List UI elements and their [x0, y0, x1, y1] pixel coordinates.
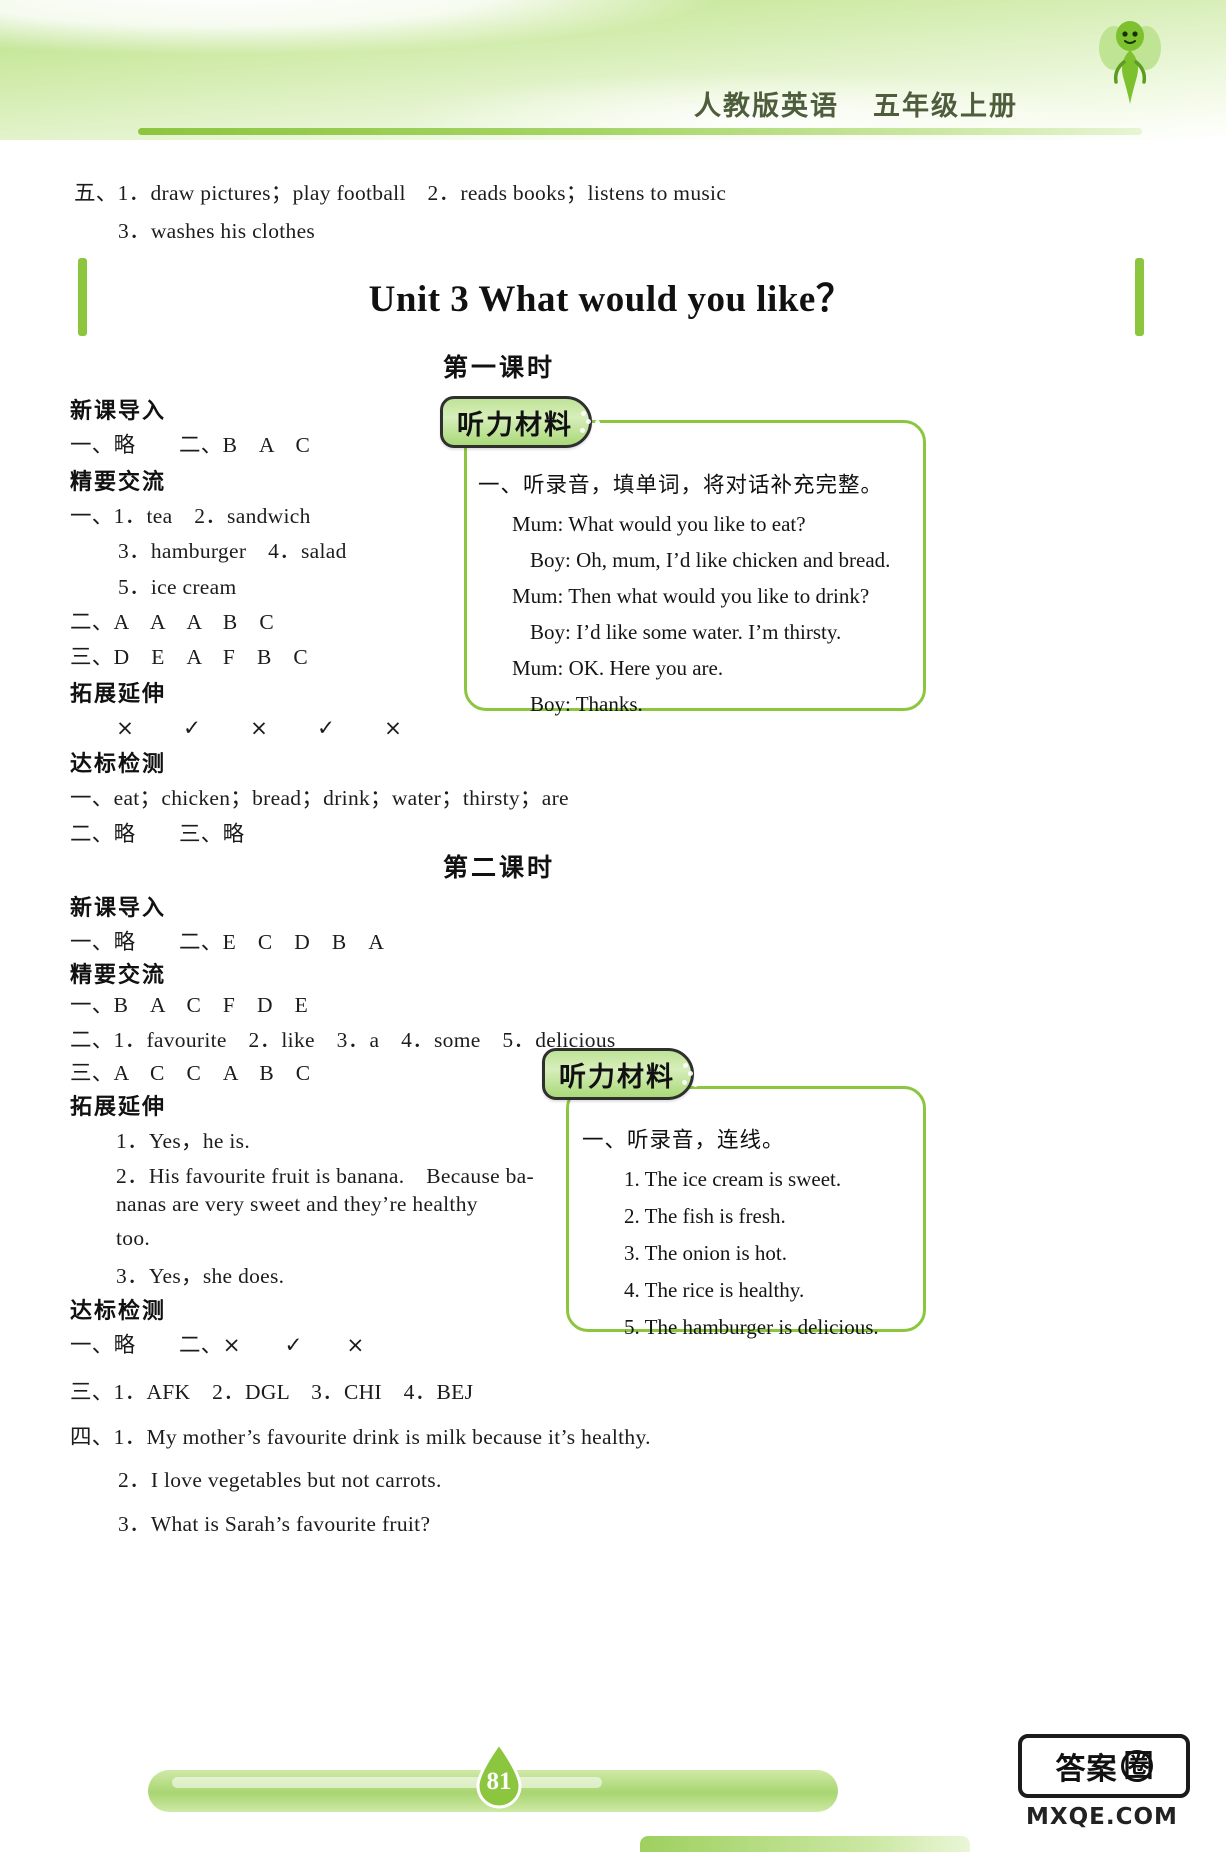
- dialogue-speaker: Mum:: [512, 512, 564, 536]
- dialogue-line: Boy: I’d like some water. I’m thirsty.: [530, 620, 914, 645]
- lesson2-heading-test: 达标检测: [70, 1299, 167, 1324]
- dialogue-speaker: Mum:: [512, 584, 564, 608]
- lesson1-comm-line-3: 5．ice cream: [118, 575, 237, 599]
- dialogue-line: Boy: Oh, mum, I’d like chicken and bread…: [530, 548, 914, 573]
- listening-item: 1. The ice cream is sweet.: [624, 1167, 842, 1191]
- lesson2-listening-tab: 听力材料: [542, 1048, 702, 1100]
- lesson2-heading-communication: 精要交流: [70, 963, 167, 988]
- dialogue-speaker: Boy:: [530, 692, 571, 716]
- lesson1-listening-tab: 听力材料: [440, 396, 600, 448]
- lesson2-extension-line-5: 3．Yes，she does.: [116, 1264, 285, 1288]
- lesson2-comm-line-3: 三、A C C A B C: [70, 1061, 311, 1085]
- lesson1-comm-line-5: 三、D E A F B C: [70, 645, 309, 669]
- lesson2-listening-tab-label: 听力材料: [559, 1061, 675, 1093]
- dialogue-line: Boy: Thanks.: [530, 692, 914, 717]
- prev-unit-answer-line-1: 五、1．draw pictures；play football 2．reads …: [74, 181, 727, 205]
- lesson2-listening-question: 一、听录音，连线。: [582, 1128, 785, 1153]
- lesson1-heading-intro: 新课导入: [70, 399, 167, 424]
- lesson2-test-line-3: 四、1．My mother’s favourite drink is milk …: [70, 1425, 651, 1449]
- dialogue-line: Mum: Then what would you like to drink?: [512, 584, 914, 609]
- sparkle-dots-icon: [679, 1059, 705, 1089]
- lesson1-intro-line-1: 一、略 二、B A C: [70, 433, 311, 457]
- lesson2-test-line-2: 三、1．AFK 2．DGL 3．CHI 4．BEJ: [70, 1380, 474, 1404]
- lesson1-heading-extension: 拓展延伸: [70, 682, 167, 707]
- dialogue-text: Thanks.: [575, 692, 643, 716]
- sparkle-dots-icon: [577, 407, 603, 437]
- lesson2-heading-intro: 新课导入: [70, 896, 167, 921]
- dialogue-line: Mum: What would you like to eat?: [512, 512, 914, 537]
- lesson2-extension-line-4: too.: [116, 1226, 151, 1250]
- lesson1-test-line-1: 一、eat；chicken；bread；drink；water；thirsty；…: [70, 786, 569, 810]
- listening-item: 2. The fish is fresh.: [624, 1204, 786, 1228]
- watermark: 答案 圈 MXQE.COM: [1018, 1734, 1208, 1838]
- unit-title-text: Unit 3 What would you like？: [368, 279, 854, 320]
- lesson-1-label: 第一课时: [443, 353, 556, 382]
- header-title-grade: 五年级上册: [873, 91, 1018, 122]
- dialogue-speaker: Mum:: [512, 656, 564, 680]
- watermark-url: MXQE.COM: [1026, 1804, 1178, 1830]
- listening-item: 4. The rice is healthy.: [624, 1278, 805, 1302]
- dialogue-speaker: Boy:: [530, 620, 571, 644]
- header-title: 人教版英语 五年级上册: [694, 84, 1018, 123]
- listening-item: 3. The onion is hot.: [624, 1241, 787, 1265]
- dialogue-speaker: Boy:: [530, 548, 571, 572]
- watermark-badge-text: 答案: [1055, 1752, 1118, 1787]
- page-number: 81: [486, 1768, 512, 1795]
- lesson2-extension-line-1: 1．Yes，he is.: [116, 1129, 251, 1153]
- lesson2-comm-line-2: 二、1．favourite 2．like 3．a 4．some 5．delici…: [70, 1028, 616, 1052]
- lesson1-heading-test: 达标检测: [70, 752, 167, 777]
- dialogue-text: Oh, mum, I’d like chicken and bread.: [576, 548, 891, 572]
- lesson2-extension-line-2: 2．His favourite fruit is banana. Because…: [116, 1164, 534, 1188]
- lesson1-extension-line-1: × ✓ × ✓ ×: [116, 716, 405, 741]
- lesson2-extension-line-3: nanas are very sweet and they’re healthy: [116, 1192, 478, 1216]
- lesson1-test-line-2: 二、略 三、略: [70, 822, 245, 846]
- lesson2-test-line-1: 一、略 二、× ✓ ×: [70, 1333, 365, 1358]
- dialogue-line: Mum: OK. Here you are.: [512, 656, 914, 681]
- listening-item: 5. The hamburger is delicious.: [624, 1315, 879, 1339]
- footer-tail-decoration: [640, 1836, 970, 1852]
- watermark-badge: 答案 圈: [1018, 1734, 1190, 1798]
- header-decoration: [0, 0, 1226, 140]
- lesson1-comm-line-2: 3．hamburger 4．salad: [118, 539, 347, 563]
- watermark-badge-circle: 圈: [1120, 1750, 1154, 1782]
- lesson2-comm-line-1: 一、B A C F D E: [70, 993, 309, 1017]
- dialogue-text: I’d like some water. I’m thirsty.: [576, 620, 842, 644]
- header-title-main: 人教版英语: [694, 91, 839, 122]
- unit-title-block: Unit 3 What would you like？: [78, 258, 1144, 336]
- fairy-mascot-icon: [1099, 21, 1161, 104]
- lesson1-listening-tab-label: 听力材料: [457, 409, 573, 441]
- dialogue-text: OK. Here you are.: [568, 656, 724, 680]
- lesson-2-label: 第二课时: [443, 853, 556, 882]
- lesson2-intro-line-1: 一、略 二、E C D B A: [70, 930, 385, 954]
- lesson2-test-line-5: 3．What is Sarah’s favourite fruit?: [118, 1512, 431, 1536]
- lesson2-test-line-4: 2．I love vegetables but not carrots.: [118, 1468, 442, 1492]
- lesson1-comm-line-1: 一、1．tea 2．sandwich: [70, 504, 311, 528]
- prev-unit-answer-line-2: 3．washes his clothes: [118, 219, 316, 243]
- lesson1-listening-question: 一、听录音，填单词，将对话补充完整。: [478, 473, 884, 498]
- lesson1-heading-communication: 精要交流: [70, 470, 167, 495]
- lesson1-listening-body: 一、听录音，填单词，将对话补充完整。 Mum: What would you l…: [478, 468, 914, 717]
- lesson2-heading-extension: 拓展延伸: [70, 1095, 167, 1120]
- page-header-band: [0, 0, 1226, 140]
- lesson2-listening-body: 一、听录音，连线。 1. The ice cream is sweet. 2. …: [582, 1123, 914, 1340]
- lesson1-comm-line-4: 二、A A A B C: [70, 610, 275, 634]
- dialogue-text: Then what would you like to drink?: [568, 584, 870, 608]
- dialogue-text: What would you like to eat?: [568, 512, 806, 536]
- header-divider-rule: [138, 128, 1142, 135]
